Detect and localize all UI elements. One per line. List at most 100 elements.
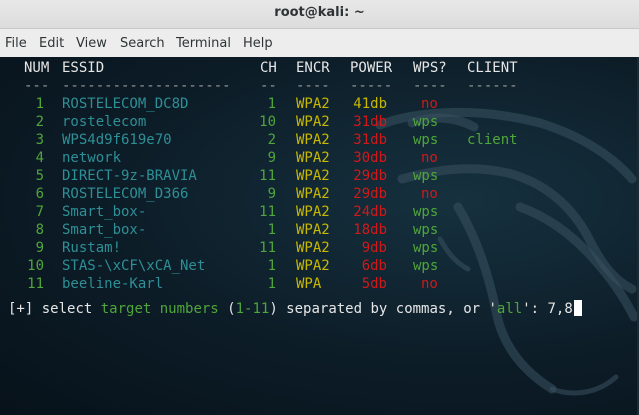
row-channel: 1: [267, 222, 276, 238]
separator-ch: --: [260, 78, 277, 94]
row-power: 5db: [361, 276, 387, 292]
row-wps: wps: [413, 114, 439, 130]
row-channel: 9: [267, 186, 276, 202]
row-num: 7: [35, 204, 44, 220]
row-power: 29db: [353, 168, 387, 184]
table-row: 7 Smart_box- 11 WPA2 24db wps: [0, 203, 639, 221]
separator-wps: ----: [413, 78, 447, 94]
prompt-end: ':: [522, 301, 548, 317]
row-power: 29db: [353, 186, 387, 202]
row-wps: wps: [413, 204, 439, 220]
row-essid: DIRECT-9z-BRAVIA: [62, 168, 197, 184]
row-channel: 2: [267, 132, 276, 148]
separator-client: ------: [467, 78, 518, 94]
prompt-all: all: [496, 301, 523, 317]
menu-edit[interactable]: Edit: [39, 36, 64, 52]
header-num: NUM: [24, 60, 50, 76]
row-wps: no: [421, 96, 438, 112]
table-row: 2 rostelecom 10 WPA2 31db wps: [0, 113, 639, 131]
header-encr: ENCR: [296, 60, 330, 76]
menu-file[interactable]: File: [5, 36, 27, 52]
row-num: 6: [35, 186, 44, 202]
row-power: 31db: [353, 114, 387, 130]
row-encryption: WPA2: [296, 222, 330, 238]
menu-search[interactable]: Search: [120, 36, 165, 52]
header-power: POWER: [350, 60, 393, 76]
row-encryption: WPA2: [296, 96, 330, 112]
row-essid: Rustam!: [62, 240, 122, 256]
header-wps: WPS?: [413, 60, 447, 76]
title-bar[interactable]: root@kali: ~: [0, 0, 639, 29]
row-channel: 1: [267, 258, 276, 274]
row-essid: network: [62, 150, 122, 166]
row-channel: 9: [267, 150, 276, 166]
prompt-range: 1-11: [235, 301, 270, 317]
row-wps: wps: [413, 240, 439, 256]
row-essid: beeline-Karl: [62, 276, 164, 292]
row-power: 9db: [361, 240, 387, 256]
row-wps: wps: [413, 222, 439, 238]
row-encryption: WPA: [296, 276, 322, 292]
row-num: 9: [35, 240, 44, 256]
menu-terminal[interactable]: Terminal: [176, 36, 231, 52]
row-essid: ROSTELECOM_D366: [62, 186, 189, 202]
row-power: 30db: [353, 150, 387, 166]
row-essid: STAS-\xCF\xCA_Net: [62, 258, 206, 274]
row-encryption: WPA2: [296, 168, 330, 184]
row-power: 31db: [353, 132, 387, 148]
prompt-input: 7,8: [547, 301, 573, 317]
row-wps: no: [421, 186, 438, 202]
prompt-separated: ) separated by commas, or ': [269, 301, 497, 317]
table-row: 6 ROSTELECOM_D366 9 WPA2 29db no: [0, 185, 639, 203]
row-essid: WPS4d9f619e70: [62, 132, 172, 148]
row-wps: wps: [413, 168, 439, 184]
row-encryption: WPA2: [296, 240, 330, 256]
row-essid: ROSTELECOM_DC8D: [62, 96, 189, 112]
row-num: 5: [35, 168, 44, 184]
row-encryption: WPA2: [296, 114, 330, 130]
row-num: 3: [35, 132, 44, 148]
table-row: 10 STAS-\xCF\xCA_Net 1 WPA2 6db wps: [0, 257, 639, 275]
separator-encr: ----: [296, 78, 330, 94]
prompt-prefix: [+]: [8, 301, 34, 317]
prompt-open-paren: (: [218, 301, 236, 317]
table-row: 3 WPS4d9f619e70 2 WPA2 31db wps client: [0, 131, 639, 149]
terminal-window[interactable]: root@kali: ~ File Edit View Search Termi…: [0, 0, 639, 415]
menu-view[interactable]: View: [76, 36, 107, 52]
row-num: 10: [27, 258, 44, 274]
row-essid: Smart_box-: [62, 222, 147, 238]
row-channel: 11: [259, 168, 276, 184]
row-encryption: WPA2: [296, 186, 330, 202]
row-wps: wps: [413, 132, 439, 148]
row-encryption: WPA2: [296, 150, 330, 166]
menu-help[interactable]: Help: [243, 36, 273, 52]
menu-bar: File Edit View Search Terminal Help: [0, 29, 639, 57]
prompt-line: [+] select target numbers (1-11) separat…: [8, 300, 638, 318]
row-channel: 1: [267, 276, 276, 292]
row-wps: wps: [413, 258, 439, 274]
table-row: 11 beeline-Karl 1 WPA 5db no: [0, 275, 639, 293]
header-client: CLIENT: [467, 60, 518, 76]
prompt-target-numbers: target numbers: [100, 301, 219, 317]
row-power: 18db: [353, 222, 387, 238]
row-encryption: WPA2: [296, 258, 330, 274]
row-num: 4: [35, 150, 44, 166]
row-num: 11: [27, 276, 44, 292]
row-num: 8: [35, 222, 44, 238]
row-channel: 11: [259, 240, 276, 256]
row-power: 24db: [353, 204, 387, 220]
table-header: NUM ESSID CH ENCR POWER WPS? CLIENT: [0, 59, 639, 77]
row-wps: no: [421, 276, 438, 292]
row-wps: no: [421, 150, 438, 166]
header-ch: CH: [260, 60, 277, 76]
table-row: 1 ROSTELECOM_DC8D 1 WPA2 41db no: [0, 95, 639, 113]
table-row: 9 Rustam! 11 WPA2 9db wps: [0, 239, 639, 257]
row-essid: rostelecom: [62, 114, 147, 130]
table-row: 5 DIRECT-9z-BRAVIA 11 WPA2 29db wps: [0, 167, 639, 185]
terminal-area[interactable]: NUM ESSID CH ENCR POWER WPS? CLIENT --- --------…: [0, 57, 639, 415]
row-channel: 11: [259, 204, 276, 220]
window-title: root@kali: ~: [274, 5, 365, 20]
row-client: client: [467, 132, 518, 148]
table-row: 4 network 9 WPA2 30db no: [0, 149, 639, 167]
row-num: 1: [35, 96, 44, 112]
